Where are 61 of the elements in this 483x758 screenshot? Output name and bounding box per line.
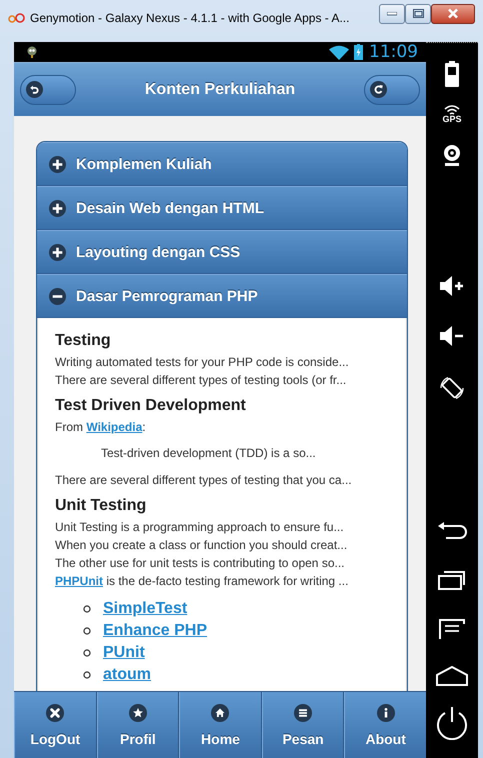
page-title: Konten Perkuliahan bbox=[144, 80, 296, 98]
home-icon bbox=[211, 704, 230, 722]
paragraph-text: When you create a class or function you should creat... bbox=[55, 537, 348, 554]
text-link[interactable]: PHPUnit bbox=[55, 574, 103, 588]
plus-icon bbox=[49, 156, 66, 172]
gps-button[interactable]: GPS bbox=[442, 105, 462, 124]
bullet-icon bbox=[83, 649, 91, 657]
bullet-icon bbox=[83, 671, 91, 679]
close-icon bbox=[46, 704, 64, 722]
refresh-icon bbox=[370, 81, 387, 98]
plus-icon bbox=[49, 200, 66, 216]
paragraph-text: Unit Testing is a programming approach to ensure fu... bbox=[55, 519, 345, 536]
paragraph-text: Writing automated tests for your PHP code is conside... bbox=[55, 354, 350, 371]
accordion-header[interactable]: Dasar Pemrograman PHP bbox=[37, 274, 407, 318]
maximize-icon bbox=[412, 9, 424, 18]
power-icon[interactable] bbox=[435, 706, 469, 740]
list-link[interactable]: SimpleTest bbox=[103, 600, 188, 618]
back-button[interactable] bbox=[20, 74, 76, 104]
rotate-screen-icon[interactable] bbox=[438, 374, 466, 402]
paragraph-text: There are several different types of testing tools (or fr... bbox=[55, 372, 348, 389]
close-button[interactable] bbox=[431, 4, 475, 24]
wifi-signal-icon bbox=[444, 105, 460, 115]
menu-icon bbox=[294, 704, 312, 722]
section-heading: Testing bbox=[55, 332, 112, 350]
accordion-header[interactable]: Layouting dengan CSS bbox=[37, 230, 407, 274]
volume-down-icon[interactable] bbox=[440, 326, 464, 346]
wifi-icon bbox=[329, 44, 349, 60]
paragraph-text: The other use for unit tests is contributing to open so... bbox=[55, 555, 346, 572]
refresh-button[interactable] bbox=[364, 74, 420, 104]
accordion-header[interactable]: Komplemen Kuliah bbox=[37, 142, 407, 186]
webcam-icon[interactable] bbox=[442, 144, 462, 166]
volume-up-icon[interactable] bbox=[440, 276, 464, 296]
home-icon[interactable] bbox=[435, 666, 469, 686]
info-icon bbox=[376, 704, 395, 722]
list-link[interactable]: Enhance PHP bbox=[103, 622, 208, 640]
section-heading: Unit Testing bbox=[55, 497, 148, 515]
window-title: Genymotion - Galaxy Nexus - 4.1.1 - with Google Apps - A... bbox=[30, 10, 350, 24]
plus-icon bbox=[49, 244, 66, 260]
minus-icon bbox=[49, 288, 66, 304]
recent-apps-icon[interactable] bbox=[437, 568, 467, 590]
minimize-button[interactable] bbox=[379, 4, 405, 24]
text-link[interactable]: Wikipedia bbox=[86, 420, 142, 434]
section-heading: Test Driven Development bbox=[55, 397, 247, 415]
bullet-icon bbox=[83, 605, 91, 613]
paragraph-text: From Wikipedia: bbox=[55, 419, 147, 436]
list-link[interactable]: atoum bbox=[103, 666, 151, 684]
close-icon bbox=[447, 8, 459, 19]
bullet-icon bbox=[83, 627, 91, 635]
battery-charging-icon bbox=[354, 44, 363, 60]
maximize-button[interactable] bbox=[405, 4, 431, 24]
status-time: 11:09 bbox=[369, 42, 418, 62]
battery-icon[interactable] bbox=[445, 61, 459, 87]
back-icon[interactable] bbox=[437, 522, 467, 542]
accordion-header[interactable]: Desain Web dengan HTML bbox=[37, 186, 407, 230]
menu-icon[interactable] bbox=[438, 618, 466, 640]
paragraph-text: There are several different types of testing that you ca... bbox=[55, 472, 353, 489]
quote-text: Test-driven development (TDD) is a so... bbox=[101, 445, 317, 462]
paragraph-text: PHPUnit is the de-facto testing framework for writing ... bbox=[55, 573, 350, 590]
minimize-icon bbox=[387, 12, 397, 16]
app-logo-icon bbox=[8, 12, 26, 22]
list-link[interactable]: PUnit bbox=[103, 644, 145, 662]
